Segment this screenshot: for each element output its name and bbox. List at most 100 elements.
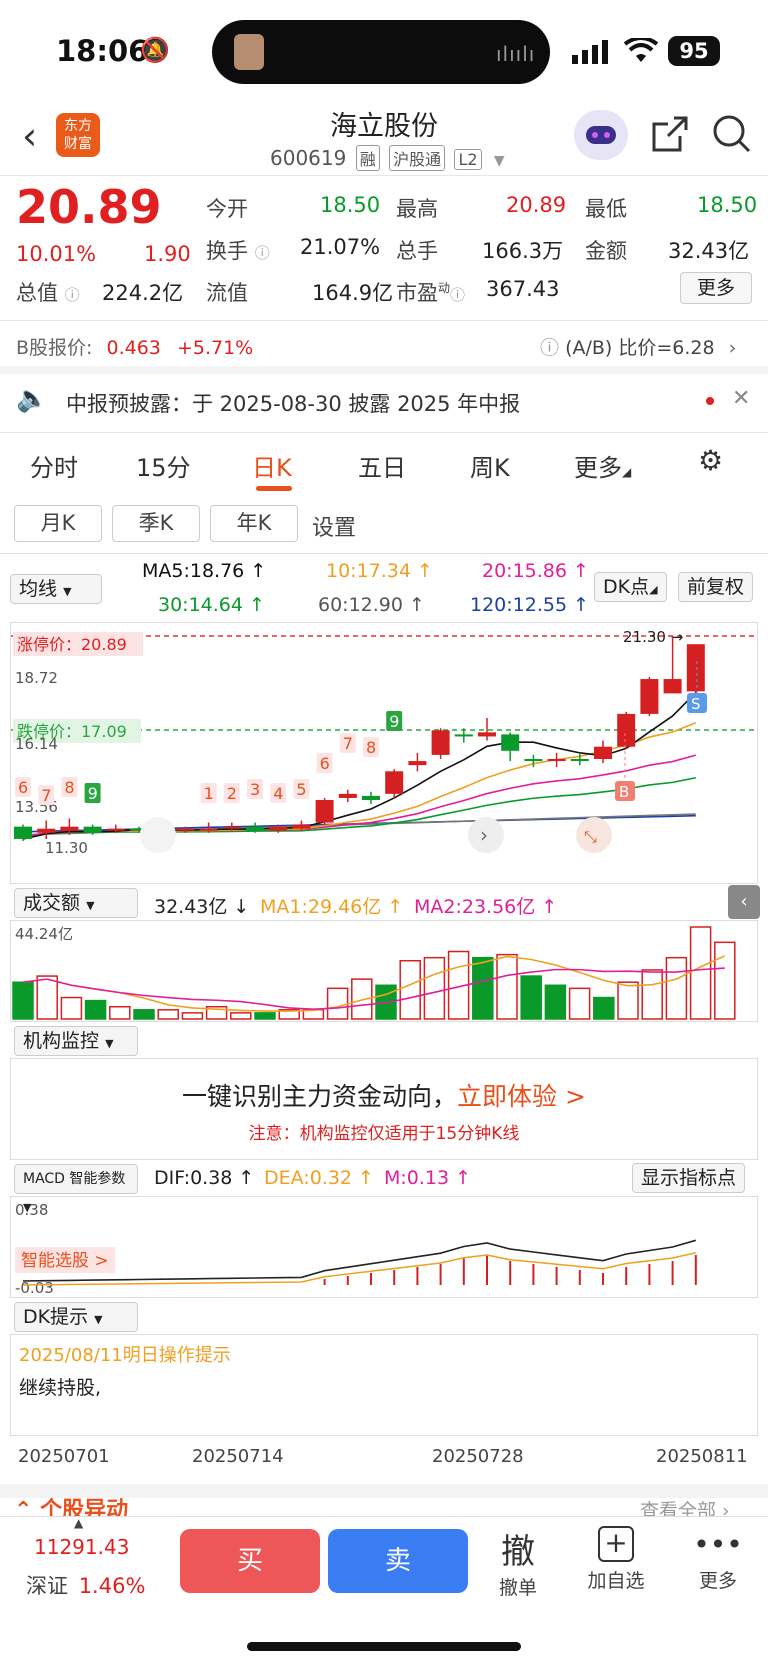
add-watchlist-button[interactable]: + 加自选 (576, 1524, 656, 1593)
volume-ma1: MA1:29.46亿 ↑ (260, 896, 404, 918)
dif-line (22, 1239, 697, 1282)
k-line-chart[interactable]: 21.30 涨停价：20.89 18.72 跌停价：17.09 16.14 13… (10, 622, 758, 884)
index-value[interactable]: 11291.43 (34, 1535, 129, 1559)
dk-point-button[interactable]: DK点◢ (594, 572, 667, 602)
tab-daily-k[interactable]: 日K (252, 448, 292, 483)
macd-chart[interactable]: 0.38 -0.03 智能选股 > (10, 1196, 758, 1298)
macd-top-label: 0.38 (15, 1201, 48, 1219)
macd-bottom-label: -0.03 (15, 1279, 54, 1297)
candle-body (663, 679, 682, 694)
b-share-price: 0.463 (106, 337, 161, 359)
volume-bar (181, 1012, 204, 1020)
tab-quarterly-k[interactable]: 季K (112, 505, 200, 542)
tab-minute[interactable]: 分时 (30, 448, 78, 483)
candle-body (269, 826, 288, 831)
tab-more[interactable]: 更多◢ (574, 448, 631, 483)
chevron-down-icon: ▼ (493, 153, 505, 169)
candle-body (37, 828, 56, 833)
share-icon[interactable] (650, 114, 690, 158)
tag-hk-connect: 沪股通 (389, 145, 446, 171)
more-button[interactable]: ••• 更多 (678, 1524, 758, 1593)
institution-panel[interactable]: 一键识别主力资金动向，立即体验 > 注意：机构监控仅适用于15分钟K线 (10, 1058, 758, 1160)
ab-ratio[interactable]: ⓘ (A/B) 比价=6.28 › (540, 333, 736, 360)
show-indicator-button[interactable]: 显示指标点 (632, 1163, 746, 1193)
notice-text[interactable]: 中报预披露：于 2025-08-30 披露 2025 年中报 (66, 388, 520, 418)
candle-body (478, 732, 496, 737)
candle-body (408, 761, 427, 766)
svg-text:›: › (480, 823, 488, 847)
try-now-link[interactable]: 立即体验 > (457, 1082, 586, 1111)
volume-chart[interactable]: 44.24亿 (10, 920, 758, 1022)
volume-bar (36, 975, 58, 1020)
macd-svg: 0.38 -0.03 智能选股 > (15, 1201, 697, 1297)
volume-bar (641, 969, 663, 1020)
count-label: 3 (250, 780, 260, 799)
tab-weekly-k[interactable]: 周K (470, 448, 510, 483)
close-icon[interactable]: ✕ (732, 386, 750, 411)
sell-button[interactable]: 卖 (328, 1529, 468, 1593)
b-share-row[interactable]: B股报价: 0.463 +5.71% (16, 333, 253, 360)
date-label-2: 20250714 (192, 1446, 284, 1467)
tag-l2: L2 (454, 149, 482, 170)
volume-bar (60, 996, 83, 1020)
chart-settings-link[interactable]: 设置 (312, 510, 356, 542)
info-icon: ⓘ (450, 286, 466, 304)
candle-body (83, 826, 102, 833)
media-thumbnail (234, 34, 264, 70)
turnover-label: 换手 ⓘ (206, 239, 270, 263)
volume-bar (665, 956, 688, 1020)
info-icon: ⓘ (64, 286, 80, 304)
volume-ma2: MA2:23.56亿 ↑ (414, 896, 558, 918)
ma20-value: 20:15.86 ↑ (482, 560, 589, 582)
dk-hint-selector[interactable]: DK提示 ▼ (14, 1302, 138, 1332)
date-label-1: 20250701 (18, 1446, 110, 1467)
signal-icon (572, 40, 612, 68)
sell-signal-label: S (691, 695, 701, 713)
volume-bar (593, 996, 615, 1020)
limit-up-label: 涨停价：20.89 (17, 635, 127, 654)
candle-body (222, 826, 241, 829)
settings-gear-icon[interactable]: ⚙ (698, 444, 723, 477)
date-label-3: 20250728 (432, 1446, 524, 1467)
tab-15min[interactable]: 15分 (136, 448, 191, 483)
collapse-panel-icon[interactable]: ‹ (728, 885, 760, 919)
volume-selector[interactable]: 成交额 ▼ (14, 888, 138, 918)
robot-assistant-icon[interactable] (574, 110, 628, 160)
active-tab-underline (256, 486, 292, 491)
count-label: 8 (366, 738, 376, 757)
candle-body (570, 759, 589, 762)
candle-body (338, 793, 357, 798)
tab-5day[interactable]: 五日 (358, 448, 406, 483)
adjust-button[interactable]: 前复权 (678, 572, 754, 602)
search-icon[interactable] (712, 114, 752, 158)
current-price: 20.89 (16, 180, 162, 234)
b-share-label: B股报价: (16, 337, 93, 359)
count-label: 7 (343, 734, 353, 753)
tab-yearly-k[interactable]: 年K (210, 505, 298, 542)
institution-selector[interactable]: 机构监控 ▼ (14, 1026, 138, 1056)
section-peek-link[interactable]: 查看全部 › (640, 1498, 730, 1516)
macd-m: M:0.13 ↑ (384, 1167, 472, 1189)
more-dots-icon: ••• (693, 1528, 743, 1561)
cancel-order-button[interactable]: 撤 撤单 (478, 1524, 558, 1600)
section-peek-title[interactable]: ⌃ 个股异动 (14, 1498, 128, 1516)
macd-selector[interactable]: MACD 智能参数 ▼ (14, 1164, 138, 1214)
buy-button[interactable]: 买 (180, 1529, 320, 1593)
ma5-value: MA5:18.76 ↑ (142, 560, 267, 582)
market-cap-label: 总值 ⓘ (16, 281, 80, 305)
candle-body (362, 795, 380, 800)
tab-monthly-k[interactable]: 月K (14, 505, 102, 542)
index-name-row[interactable]: 深证 1.46% (26, 1570, 145, 1600)
volume-bar (714, 941, 736, 1020)
ma120-value: 120:12.55 ↑ (470, 594, 590, 616)
volume-bar (230, 1012, 252, 1020)
macd-dea: DEA:0.32 ↑ (264, 1167, 374, 1189)
more-quote-button[interactable]: 更多 (680, 272, 752, 304)
scroll-left-control (140, 817, 176, 853)
stock-code-row[interactable]: 600619 融 沪股通 L2 ▼ (270, 145, 505, 171)
info-icon: ⓘ (254, 244, 270, 262)
y-label-2: 18.72 (15, 669, 58, 687)
peak-label: 21.30 → (623, 628, 683, 646)
ma-selector[interactable]: 均线 ▼ (10, 574, 102, 604)
candle-body (594, 746, 612, 759)
